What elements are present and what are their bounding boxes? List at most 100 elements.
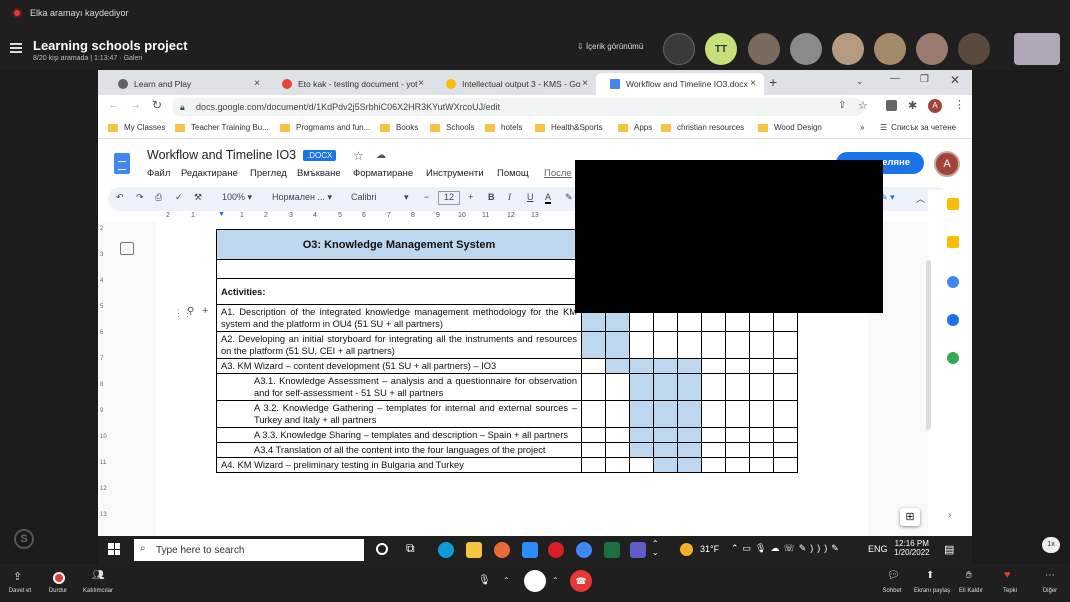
new-tab-icon[interactable]: + [769,74,777,90]
timeline-cell[interactable] [725,442,750,458]
add-row-icon[interactable]: + [202,305,208,317]
notifications-icon[interactable]: ▤ [944,543,954,556]
cortana-icon[interactable] [376,543,388,555]
menu-edit[interactable]: Редактиране [181,168,238,179]
timeline-cell[interactable] [701,358,726,374]
font-dropdown-icon[interactable]: ▾ [404,192,409,203]
timeline-cell[interactable] [629,400,654,428]
account-avatar[interactable]: A [934,151,960,177]
menu-help[interactable]: Помощ [497,168,529,179]
pin-icon[interactable]: ⚲ [187,306,194,317]
timeline-cell[interactable] [677,457,702,473]
timeline-cell[interactable] [773,457,798,473]
activity-cell[interactable]: A3.4 Translation of all the content into… [216,442,582,458]
timeline-cell[interactable] [581,427,606,443]
timeline-cell[interactable] [653,400,678,428]
stop-label[interactable]: Durdur [38,588,78,594]
menu-file[interactable]: Файл [147,168,170,179]
temperature[interactable]: 31°F [700,544,719,554]
timeline-cell[interactable] [629,427,654,443]
activity-cell[interactable]: A 3.3. Knowledge Sharing – templates and… [216,427,582,443]
timeline-cell[interactable] [581,442,606,458]
activity-cell[interactable]: A2. Developing an initial storyboard for… [216,331,582,359]
window-close-icon[interactable]: ✕ [950,73,960,87]
style-select[interactable]: Нормален ... ▾ [272,192,332,203]
timeline-cell[interactable] [653,457,678,473]
participant-video[interactable] [790,33,822,65]
raise-hand-icon[interactable]: ✋︎ [966,570,978,582]
menu-view[interactable]: Преглед [250,168,287,179]
timeline-cell[interactable] [677,358,702,374]
timeline-cell[interactable] [773,400,798,428]
close-icon[interactable]: × [418,78,424,89]
tasks-icon[interactable] [947,276,959,288]
chevron-right-icon[interactable]: › [948,510,951,521]
activity-cell[interactable]: A4. KM Wizard – preliminary testing in B… [216,457,582,473]
excel-icon[interactable] [604,542,620,558]
timeline-cell[interactable] [581,373,606,401]
timeline-cell[interactable] [605,331,630,359]
timeline-cell[interactable] [725,427,750,443]
file-explorer-icon[interactable] [466,542,482,558]
timeline-cell[interactable] [701,373,726,401]
timeline-cell[interactable] [581,400,606,428]
timeline-cell[interactable] [701,400,726,428]
more-icon[interactable]: ⋯ [1045,570,1057,582]
timeline-cell[interactable] [773,442,798,458]
timeline-cell[interactable] [605,358,630,374]
timeline-cell[interactable] [653,442,678,458]
timeline-cell[interactable] [701,331,726,359]
participant-video[interactable] [958,33,990,65]
participant-avatar[interactable] [663,33,695,65]
taskbar-scroll-icon[interactable]: ⌃ ⌄ [652,539,659,557]
timeline-cell[interactable] [677,373,702,401]
chat-label[interactable]: Sohbet [872,588,912,594]
screen-share-icon[interactable]: ⬆ [926,570,938,582]
reading-list[interactable]: ☰ Списък за четене [880,123,956,132]
font-size-increase[interactable]: + [468,192,473,202]
menu-icon[interactable] [10,43,22,53]
explore-icon[interactable]: ⊞ [900,508,920,526]
text-color-button[interactable]: A [545,192,552,204]
timeline-cell[interactable] [605,457,630,473]
timeline-cell[interactable] [725,358,750,374]
timeline-cell[interactable] [653,358,678,374]
bookmark-folder[interactable]: Teacher Training Bu... [175,123,269,132]
tab-docs-active[interactable]: Workflow and Timeline IO3.docx × [596,73,764,95]
invite-label[interactable]: Davet et [0,588,40,594]
redo-icon[interactable]: ↷ [136,192,144,203]
highlight-icon[interactable]: ✎ [565,192,573,203]
participant-video[interactable] [916,33,948,65]
participant-video[interactable] [748,33,780,65]
docs-logo-icon[interactable] [114,153,130,174]
timeline-cell[interactable] [773,427,798,443]
timeline-cell[interactable] [605,442,630,458]
timeline-cell[interactable] [653,427,678,443]
menu-tools[interactable]: Инструменти [426,168,484,179]
bookmark-folder[interactable]: hotels [485,123,522,132]
task-view-icon[interactable]: ⧉ [406,541,415,556]
participant-avatar-tt[interactable]: TT [705,33,737,65]
keep-icon[interactable] [947,236,959,248]
timeline-cell[interactable] [749,442,774,458]
react-label[interactable]: Tepki [990,588,1030,594]
raise-hand-label[interactable]: Eli Kaldır [951,588,991,594]
more-label[interactable]: Diğer [1030,588,1070,594]
activity-cell[interactable]: A3.1. Knowledge Assessment – analysis an… [216,373,582,401]
activity-cell[interactable]: A3. KM Wizard – content development (51 … [216,358,582,374]
timeline-cell[interactable] [749,331,774,359]
reload-icon[interactable]: ↻ [152,98,162,112]
print-icon[interactable]: ⎙ [155,192,162,203]
url-input[interactable]: 🔒︎ docs.google.com/document/d/1KdPdv2j5Sr… [172,98,864,116]
activity-cell[interactable]: A1. Description of the integrated knowle… [216,304,582,332]
bookmark-folder[interactable]: Schools [430,123,474,132]
calendar-icon[interactable] [947,198,959,210]
timeline-cell[interactable] [725,400,750,428]
document-title[interactable]: Workflow and Timeline IO3 [147,148,296,162]
timeline-cell[interactable] [629,457,654,473]
camera-options-icon[interactable]: ⌃ [552,576,559,585]
back-icon[interactable]: ← [108,99,119,111]
timeline-cell[interactable] [725,457,750,473]
minimize-icon[interactable]: — [890,73,900,84]
teams-icon[interactable] [630,542,646,558]
